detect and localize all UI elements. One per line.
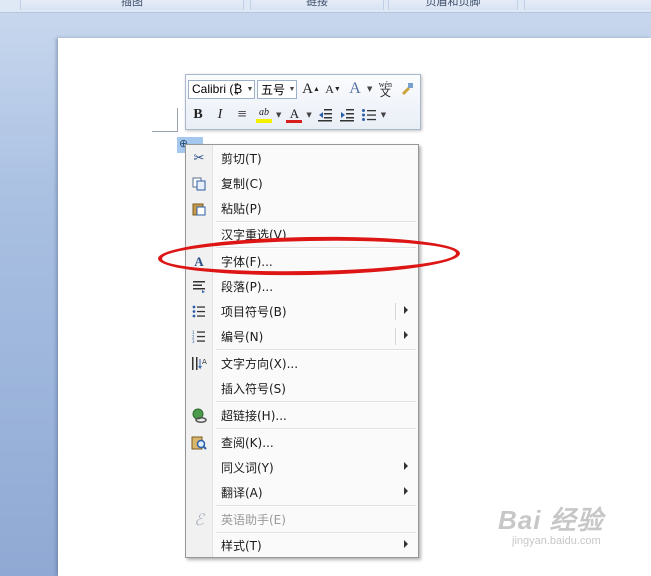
chevron-down-icon: ▼: [246, 85, 254, 93]
format-painter-icon: [402, 83, 414, 95]
scissors-icon: ✂: [193, 151, 205, 166]
menu-item-english-assistant: ℰ 英语助手(E): [186, 507, 418, 532]
ribbon-tab-illustrations[interactable]: 插图: [20, 0, 244, 10]
bullets-icon: [361, 109, 376, 121]
align-center-icon: ≡: [237, 106, 247, 123]
menu-item-label: 超链接(H)...: [221, 409, 287, 423]
menu-item-lookup[interactable]: 查阅(K)...: [186, 430, 418, 455]
font-color-icon: A: [289, 106, 300, 121]
ribbon-tab-links[interactable]: 链接: [250, 0, 384, 10]
submenu-arrow-icon: [404, 462, 408, 470]
watermark-url: jingyan.baidu.com: [512, 535, 601, 547]
bold-icon: B: [193, 107, 203, 122]
decrease-indent-button[interactable]: [315, 105, 335, 125]
split-divider: [395, 328, 396, 345]
chevron-down-icon[interactable]: ▼: [306, 111, 311, 119]
grow-font-button[interactable]: A ▲: [301, 79, 321, 99]
highlight-icon: ab: [259, 107, 269, 118]
phonetic-char: 文: [379, 87, 391, 99]
increase-indent-button[interactable]: [337, 105, 357, 125]
menu-item-copy[interactable]: 复制(C): [186, 171, 418, 196]
menu-item-label: 查阅(K)...: [221, 436, 274, 450]
menu-item-label: 项目符号(B): [221, 305, 287, 319]
menu-item-insert-symbol[interactable]: 插入符号(S): [186, 376, 418, 401]
menu-item-label: 复制(C): [221, 177, 263, 191]
menu-item-styles[interactable]: 样式(T): [186, 533, 418, 558]
submenu-arrow-icon: [404, 487, 408, 495]
menu-item-label: 剪切(T): [221, 152, 262, 166]
highlight-button[interactable]: ab: [254, 105, 274, 125]
menu-item-cut[interactable]: ✂ 剪切(T): [186, 146, 418, 171]
copy-icon: [186, 171, 212, 196]
grow-font-icon: A: [302, 80, 313, 97]
svg-text:A: A: [202, 358, 207, 366]
hyperlink-icon: [186, 403, 212, 428]
format-painter-button[interactable]: [397, 79, 417, 99]
menu-item-label: 样式(T): [221, 539, 262, 553]
menu-item-paste[interactable]: 粘贴(P): [186, 196, 418, 221]
baidu-jingyan-watermark: Bai 经验 jingyan.baidu.com: [498, 500, 648, 570]
bullets-icon: [186, 299, 212, 324]
menu-item-translate[interactable]: 翻译(A): [186, 480, 418, 505]
menu-item-synonyms[interactable]: 同义词(Y): [186, 455, 418, 480]
menu-item-label: 粘贴(P): [221, 202, 262, 216]
paragraph-icon: [186, 274, 212, 299]
split-divider: [395, 303, 396, 320]
chevron-down-icon[interactable]: ▼: [276, 111, 281, 119]
mini-toolbar: Calibri (₿ ▼ 五号 ▼ A ▲ A ▼ A ▼ wén 文 B I ≡ …: [185, 74, 421, 130]
menu-item-paragraph[interactable]: 段落(P)...: [186, 274, 418, 299]
mini-toolbar-row-1: Calibri (₿ ▼ 五号 ▼ A ▲ A ▼ A ▼ wén 文: [188, 77, 419, 101]
shrink-font-button[interactable]: A ▼: [323, 79, 343, 99]
paste-icon: [186, 196, 212, 221]
font-effects-icon: A: [349, 80, 361, 97]
ribbon-tab-extra[interactable]: [524, 0, 651, 10]
watermark-logo: Bai 经验: [498, 505, 604, 535]
text-direction-icon: A: [186, 351, 212, 376]
menu-item-label: 插入符号(S): [221, 382, 286, 396]
menu-item-bullets[interactable]: 项目符号(B): [186, 299, 418, 324]
margin-corner-mark-vertical: [177, 108, 178, 132]
menu-item-label: 翻译(A): [221, 486, 263, 500]
menu-item-label: 英语助手(E): [221, 513, 286, 527]
ribbon-strip: 插图 链接 页眉和页脚: [0, 0, 651, 13]
margin-corner-mark: [152, 131, 178, 132]
submenu-arrow-icon: [404, 540, 408, 548]
context-menu: ✂ 剪切(T) 复制(C) 粘贴(P) 汉字重选(V) A 字体(F)... 段…: [185, 144, 419, 558]
numbering-icon: 123: [186, 324, 212, 349]
decrease-indent-icon: [317, 109, 332, 122]
menu-item-label: 同义词(Y): [221, 461, 274, 475]
chevron-down-icon: ▼: [288, 85, 296, 93]
font-name-combo[interactable]: Calibri (₿ ▼: [188, 79, 255, 99]
font-size-value: 五号: [261, 82, 286, 97]
submenu-arrow-icon[interactable]: [404, 331, 408, 339]
shrink-font-icon: A: [325, 81, 334, 96]
menu-item-numbering[interactable]: 123 编号(N): [186, 324, 418, 349]
svg-text:3: 3: [192, 339, 195, 343]
menu-item-text-direction[interactable]: A 文字方向(X)...: [186, 351, 418, 376]
italic-icon: I: [217, 107, 223, 122]
bullets-button[interactable]: [359, 105, 379, 125]
menu-item-hyperlink[interactable]: 超链接(H)...: [186, 403, 418, 428]
menu-item-label: 段落(P)...: [221, 280, 274, 294]
menu-item-label: 编号(N): [221, 330, 264, 344]
bold-button[interactable]: B: [188, 105, 208, 125]
highlight-color-bar: [256, 119, 272, 123]
english-assistant-icon: ℰ: [194, 511, 204, 529]
font-effects-button[interactable]: A: [345, 79, 365, 99]
menu-item-label: 文字方向(X)...: [221, 357, 299, 371]
font-color-bar: [286, 120, 303, 123]
chevron-down-icon[interactable]: ▼: [367, 85, 372, 93]
center-button[interactable]: ≡: [232, 105, 252, 125]
mini-toolbar-row-2: B I ≡ ab ▼ A ▼ ▼: [188, 103, 389, 127]
chevron-down-icon[interactable]: ▼: [381, 111, 386, 119]
italic-button[interactable]: I: [210, 105, 230, 125]
font-color-button[interactable]: A: [284, 105, 304, 125]
ribbon-tab-header-footer[interactable]: 页眉和页脚: [388, 0, 518, 10]
submenu-arrow-icon[interactable]: [404, 306, 408, 314]
phonetic-guide-button[interactable]: wén 文: [375, 79, 395, 99]
font-name-value: Calibri (₿: [192, 82, 243, 96]
lookup-icon: [186, 430, 212, 455]
font-size-combo[interactable]: 五号 ▼: [257, 79, 297, 99]
increase-indent-icon: [339, 109, 354, 122]
